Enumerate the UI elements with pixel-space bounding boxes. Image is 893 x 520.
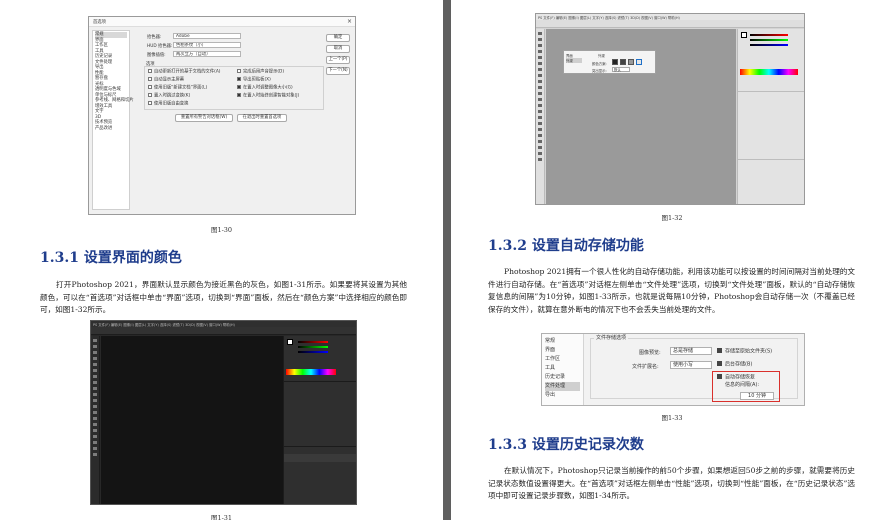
nav-item[interactable]: 工具 <box>545 364 580 373</box>
section-paragraph: Photoshop 2021拥有一个很人性化的自动存储功能，利用该功能可以按设置… <box>488 267 855 314</box>
section-paragraph: 在默认情况下，Photoshop只记录当前操作的前50个步骤，如果想返回50步之… <box>488 466 855 501</box>
options-group: 自动更新打开的基于文档的文件(A) 完成后用声音提示(D) 自动显示主屏幕 导出… <box>144 66 324 110</box>
preview-select[interactable]: 总是存储 <box>670 347 712 355</box>
option-checkbox[interactable]: 使用旧版自由变换 <box>148 101 188 108</box>
left-page: 首选项 × 常规 界面 工作区 工具 历史记录 文件处理 导出 性能 暂存盘 光标 透明度与色域 单位… <box>0 0 443 520</box>
dialog-titlebar: 首选项 × <box>89 17 355 27</box>
nav-item[interactable]: 参考线、网格和切片 <box>95 98 134 104</box>
group-title: 文件存储选项 <box>594 334 629 341</box>
figure-caption: 图1-33 <box>661 414 683 422</box>
ps-toolbar <box>91 336 100 504</box>
ps-panels <box>283 336 356 504</box>
section-paragraph: 打开Photoshop 2021，界面默认显示颜色为接近黑色的灰色，如图1-31… <box>40 280 407 315</box>
reset-preferences-button[interactable]: 在退出时重置首选项 <box>237 114 287 122</box>
preferences-dialog: 首选项 × 常规 界面 工作区 工具 历史记录 文件处理 导出 性能 暂存盘 光标 透明度与色域 单位… <box>88 16 356 215</box>
nav-item[interactable]: 产品改进 <box>95 126 127 132</box>
auto-save-label: 信息的间隔(A): <box>725 382 760 388</box>
color-slider <box>750 39 788 41</box>
popup-item: 突出显示: <box>592 69 607 73</box>
extension-select[interactable]: 使用小写 <box>670 361 712 369</box>
background-save-checkbox[interactable]: 后台存储(B) <box>717 361 752 369</box>
preferences-nav-list: 常规 界面 工作区 工具 历史记录 文件处理 导出 <box>542 334 584 405</box>
figure-caption: 图1-31 <box>210 514 233 520</box>
color-scheme-swatch[interactable] <box>636 59 642 65</box>
page-divider <box>443 0 451 520</box>
nav-item[interactable]: 常规 <box>545 337 580 346</box>
dialog-title: 首选项 <box>93 20 106 25</box>
reset-warnings-button[interactable]: 重置所有警告对话框(W) <box>175 114 233 122</box>
section-heading: 1.3.1 设置界面的颜色 <box>40 250 182 266</box>
highlight-select[interactable]: 默认 <box>612 67 630 72</box>
nav-item[interactable]: 界面 <box>545 346 580 355</box>
extension-label: 文件扩展名: <box>632 364 659 370</box>
preferences-nav-list: 常规 界面 工作区 工具 历史记录 文件处理 导出 性能 暂存盘 光标 透明度与色域 单位与标尺 参考线… <box>92 30 134 210</box>
photoshop-dark-screenshot: PS 文件(F) 编辑(E) 图像(I) 图层(L) 文字(Y) 选择(S) 滤… <box>90 320 357 505</box>
color-swatch <box>287 339 293 345</box>
nav-item[interactable]: 导出 <box>545 391 580 400</box>
nav-item[interactable]: 文件处理 <box>545 382 580 391</box>
option-checkbox[interactable]: 自动更新打开的基于文档的文件(A) <box>148 69 220 76</box>
ok-button[interactable]: 确定 <box>326 34 350 42</box>
popup-item: 颜色方案: <box>592 62 607 66</box>
color-slider <box>298 346 328 348</box>
option-checkbox[interactable]: 使用旧版“新建文档”界面(L) <box>148 85 207 92</box>
ps-panels <box>737 29 804 204</box>
color-slider <box>750 44 788 46</box>
photoshop-light-screenshot: PS 文件(F) 编辑(E) 图像(I) 图层(L) 文字(Y) 选择(S) 滤… <box>535 13 805 205</box>
hud-picker-select[interactable]: 色相条纹（小） <box>173 42 241 48</box>
color-swatch <box>741 32 747 38</box>
color-spectrum <box>740 69 798 75</box>
color-scheme-swatch[interactable] <box>612 59 618 65</box>
interpolation-select[interactable]: 两次立方（自动） <box>173 51 241 57</box>
color-slider <box>298 351 328 353</box>
field-label: 图像插值: <box>147 53 166 58</box>
field-label: 拾色器: <box>147 35 162 40</box>
ps-options-bar <box>91 327 356 335</box>
ps-toolbar <box>536 29 545 204</box>
ps-canvas <box>101 336 284 504</box>
nav-item[interactable]: 工作区 <box>545 355 580 364</box>
prev-button[interactable]: 上一个(P) <box>326 56 350 64</box>
color-slider <box>750 34 788 36</box>
nav-item[interactable]: 历史记录 <box>545 373 580 382</box>
color-picker-select[interactable]: Adobe <box>173 33 241 39</box>
ps-options-bar <box>536 20 804 28</box>
next-button[interactable]: 下一个(N) <box>326 67 350 75</box>
option-checkbox[interactable]: 自动显示主屏幕 <box>148 77 184 84</box>
interval-select[interactable]: 10 分钟 <box>740 392 774 400</box>
option-checkbox[interactable]: 在置入时调整图像大小(G) <box>237 85 293 92</box>
field-label: HUD 拾色器: <box>147 44 173 49</box>
figure-caption: 图1-32 <box>661 214 683 222</box>
right-page: PS 文件(F) 编辑(E) 图像(I) 图层(L) 文字(Y) 选择(S) 滤… <box>451 0 893 520</box>
color-spectrum <box>286 369 336 375</box>
close-icon[interactable]: × <box>347 18 352 25</box>
option-checkbox[interactable]: 置入时跳过变换(K) <box>148 93 190 100</box>
color-scheme-swatch[interactable] <box>628 59 634 65</box>
cancel-button[interactable]: 取消 <box>326 45 350 53</box>
section-heading: 1.3.2 设置自动存储功能 <box>488 238 644 254</box>
figure-caption: 图1-30 <box>210 226 233 234</box>
color-scheme-swatch[interactable] <box>620 59 626 65</box>
save-to-original-checkbox[interactable]: 存储至原始文件夹(S) <box>717 348 772 356</box>
popup-item: 外观 <box>598 54 605 58</box>
file-handling-dialog: 常规 界面 工作区 工具 历史记录 文件处理 导出 文件存储选项 图像预览: 总是存储 文件… <box>541 333 805 406</box>
popup-item: 外观 <box>566 58 582 63</box>
interface-popup: 界面 外观 外观 颜色方案: 突出显示: 默认 <box>563 50 656 74</box>
section-heading: 1.3.3 设置历史记录次数 <box>488 437 644 453</box>
color-slider <box>298 341 328 343</box>
option-checkbox[interactable]: 导出剪贴板(X) <box>237 77 271 84</box>
preview-label: 图像预览: <box>639 350 661 356</box>
option-checkbox[interactable]: 在置入时始终创建智能对象(J) <box>237 93 299 100</box>
option-checkbox[interactable]: 完成后用声音提示(D) <box>237 69 284 76</box>
